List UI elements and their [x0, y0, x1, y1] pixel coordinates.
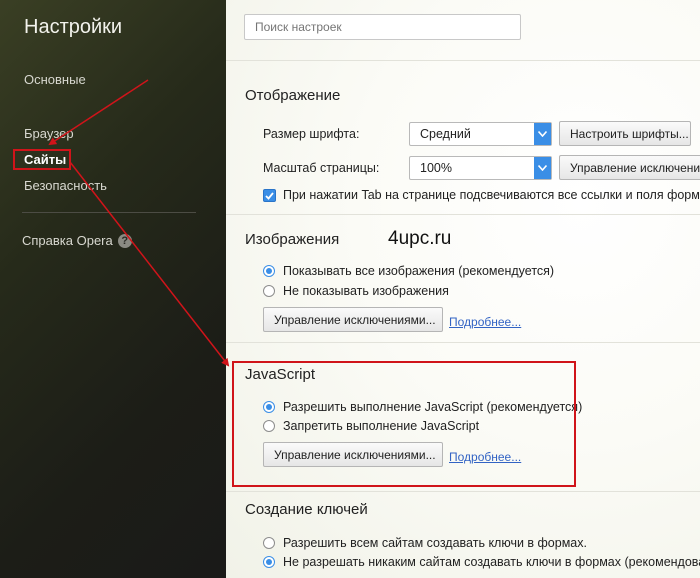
allow-javascript-radio[interactable] — [263, 401, 275, 413]
zoom-exceptions-button[interactable]: Управление исключения — [559, 155, 700, 180]
zoom-value: 100% — [420, 161, 452, 175]
font-size-value: Средний — [420, 127, 471, 141]
tab-highlight-label: При нажатии Tab на странице подсвечивают… — [283, 188, 700, 202]
divider — [226, 491, 700, 492]
sidebar-item-basic[interactable]: Основные — [24, 72, 86, 87]
help-label: Справка Opera — [22, 233, 113, 248]
zoom-label: Масштаб страницы: — [263, 161, 380, 175]
show-images-label: Показывать все изображения (рекомендуетс… — [283, 264, 555, 278]
javascript-exceptions-button[interactable]: Управление исключениями... — [263, 442, 443, 467]
hide-images-radio[interactable] — [263, 285, 275, 297]
allow-keygen-label: Разрешить всем сайтам создавать ключи в … — [283, 536, 587, 550]
customize-fonts-button[interactable]: Настроить шрифты... — [559, 121, 691, 146]
sidebar-item-browser[interactable]: Браузер — [24, 126, 74, 141]
block-javascript-label: Запретить выполнение JavaScript — [283, 419, 480, 433]
sidebar-title: Настройки — [24, 16, 123, 38]
font-size-select[interactable]: Средний — [409, 122, 552, 146]
block-keygen-label: Не разрешать никаким сайтам создавать кл… — [283, 555, 700, 569]
divider — [226, 342, 700, 343]
hide-images-label: Не показывать изображения — [283, 284, 449, 298]
section-title-images: Изображения — [245, 231, 340, 248]
sidebar-divider — [22, 212, 196, 213]
section-title-display: Отображение — [245, 87, 341, 104]
images-more-link[interactable]: Подробнее... — [449, 315, 521, 329]
section-title-keygen: Создание ключей — [245, 501, 368, 518]
block-keygen-radio[interactable] — [263, 556, 275, 568]
help-icon: ? — [117, 233, 132, 248]
sidebar: Настройки Основные Браузер Сайты Безопас… — [0, 0, 226, 578]
chevron-down-icon — [534, 157, 551, 179]
allow-keygen-radio[interactable] — [263, 537, 275, 549]
section-title-javascript: JavaScript — [245, 366, 316, 383]
divider — [226, 60, 700, 61]
search-input[interactable] — [244, 14, 521, 40]
tab-highlight-checkbox[interactable] — [263, 189, 276, 202]
javascript-more-link[interactable]: Подробнее... — [449, 450, 521, 464]
help-link[interactable]: Справка Opera ? — [22, 233, 132, 248]
images-exceptions-button[interactable]: Управление исключениями... — [263, 307, 443, 332]
allow-javascript-label: Разрешить выполнение JavaScript (рекомен… — [283, 400, 583, 414]
sidebar-item-sites[interactable]: Сайты — [24, 152, 66, 167]
settings-content: Отображение Размер шрифта: Средний Настр… — [226, 0, 700, 578]
divider — [226, 214, 700, 215]
show-images-radio[interactable] — [263, 265, 275, 277]
font-size-label: Размер шрифта: — [263, 127, 360, 141]
block-javascript-radio[interactable] — [263, 420, 275, 432]
watermark: 4upc.ru — [388, 228, 452, 249]
sidebar-item-security[interactable]: Безопасность — [24, 178, 107, 193]
zoom-select[interactable]: 100% — [409, 156, 552, 180]
chevron-down-icon — [534, 123, 551, 145]
